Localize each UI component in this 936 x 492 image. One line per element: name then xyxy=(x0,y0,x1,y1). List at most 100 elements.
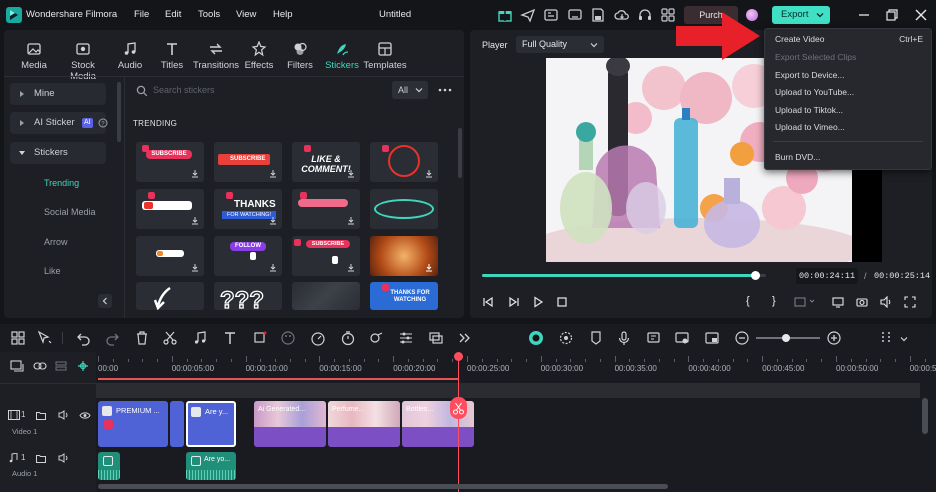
sticker-grid-scrollbar[interactable] xyxy=(458,128,462,178)
add-track-icon[interactable] xyxy=(10,360,24,372)
redo-icon[interactable] xyxy=(104,330,120,346)
menu-item-create-video[interactable]: Create Video Ctrl+E xyxy=(775,34,923,44)
volume-icon[interactable] xyxy=(880,296,892,308)
menu-item-upload-youtube[interactable]: Upload to YouTube... xyxy=(775,87,854,97)
ai-audio-icon[interactable] xyxy=(674,330,690,346)
crop-icon[interactable] xyxy=(252,330,268,346)
microphone-icon[interactable] xyxy=(616,330,632,346)
close-icon[interactable] xyxy=(913,7,929,23)
sticker-orange-bar[interactable] xyxy=(136,236,204,276)
undo-icon[interactable] xyxy=(76,330,92,346)
sidebar-item-mine[interactable]: Mine xyxy=(10,83,106,105)
menu-tools[interactable]: Tools xyxy=(198,0,220,30)
sticker-youtube-bar[interactable] xyxy=(136,189,204,229)
help-circle-icon[interactable]: ? xyxy=(98,118,108,128)
timer-icon[interactable] xyxy=(340,330,356,346)
folder-icon[interactable] xyxy=(36,454,46,463)
speaker-icon[interactable] xyxy=(58,453,70,463)
download-icon[interactable] xyxy=(424,169,434,179)
search-input[interactable]: Search stickers xyxy=(153,85,215,95)
sticker-thanks[interactable]: THANKS FOR WATCHING! xyxy=(214,189,282,229)
playhead-handle[interactable] xyxy=(454,352,463,361)
quality-dropdown[interactable]: Full Quality xyxy=(516,36,604,53)
timeline-clip-video-1[interactable]: Ai Generated... xyxy=(254,401,326,447)
download-icon[interactable] xyxy=(424,263,434,273)
tab-transitions[interactable]: Transitions xyxy=(192,40,240,71)
eye-icon[interactable] xyxy=(79,411,91,420)
timeline-horizontal-scrollbar[interactable] xyxy=(98,484,668,489)
minimize-icon[interactable] xyxy=(856,7,872,23)
tab-effects[interactable]: Effects xyxy=(237,40,281,71)
filter-dropdown[interactable]: All xyxy=(392,81,428,99)
playback-track[interactable] xyxy=(482,271,766,280)
download-icon[interactable] xyxy=(268,216,278,226)
sidebar-sub-social-media[interactable]: Social Media xyxy=(44,207,96,217)
speed-icon[interactable] xyxy=(310,330,326,346)
playback-scrubber[interactable] xyxy=(750,271,760,280)
sticker-red-circle[interactable] xyxy=(370,142,438,182)
insert-to-timeline-icon[interactable] xyxy=(794,296,816,308)
monitor-icon[interactable] xyxy=(567,7,583,23)
sidebar-sub-like[interactable]: Like xyxy=(44,266,61,276)
mask-icon[interactable] xyxy=(368,330,384,346)
menu-item-burn-dvd[interactable]: Burn DVD... xyxy=(775,152,820,162)
grid-view-icon[interactable] xyxy=(10,330,26,346)
timeline-clip-text-selected[interactable]: Are y... xyxy=(186,401,236,447)
tab-audio[interactable]: Audio xyxy=(108,40,152,71)
menu-edit[interactable]: Edit xyxy=(165,0,181,30)
sticker-like-comment[interactable]: LIKE & COMMENT! xyxy=(292,142,360,182)
download-icon[interactable] xyxy=(190,169,200,179)
marker-icon[interactable] xyxy=(588,330,604,346)
sticker-dark-frame[interactable] xyxy=(292,282,360,310)
auto-highlight-icon[interactable] xyxy=(558,330,574,346)
download-icon[interactable] xyxy=(190,216,200,226)
download-icon[interactable] xyxy=(268,169,278,179)
download-icon[interactable] xyxy=(346,263,356,273)
timeline-audio-clip-2[interactable]: Are yo... xyxy=(186,452,236,480)
sticker-arrow-curve[interactable] xyxy=(136,282,204,310)
download-icon[interactable] xyxy=(190,263,200,273)
layout-dropdown-icon[interactable] xyxy=(900,335,908,343)
sticker-follow[interactable]: FOLLOW xyxy=(214,236,282,276)
zoom-in-icon[interactable] xyxy=(826,330,842,346)
playhead-scissors-icon[interactable] xyxy=(450,397,467,419)
display-settings-icon[interactable] xyxy=(832,296,844,308)
sidebar-sub-trending[interactable]: Trending xyxy=(44,178,79,188)
cloud-icon[interactable] xyxy=(614,7,630,23)
send-icon[interactable] xyxy=(520,7,536,23)
gift-icon[interactable] xyxy=(497,7,513,23)
menu-help[interactable]: Help xyxy=(273,0,293,30)
export-button[interactable]: Export xyxy=(772,6,830,24)
more-tools-icon[interactable] xyxy=(456,330,472,346)
snapshot-icon[interactable] xyxy=(856,296,868,308)
audio-edit-icon[interactable] xyxy=(192,330,208,346)
link-icon[interactable] xyxy=(33,361,47,371)
download-icon[interactable] xyxy=(268,263,278,273)
tab-templates[interactable]: Templates xyxy=(362,40,408,71)
timeline-layout-icon[interactable] xyxy=(878,330,894,346)
fullscreen-icon[interactable] xyxy=(904,296,916,308)
mark-out-icon[interactable]: } xyxy=(772,295,776,307)
sticker-pink-bar[interactable] xyxy=(292,189,360,229)
sticker-thanks-for-watching[interactable]: THANKS FOR WATCHING xyxy=(370,282,438,310)
tab-stickers[interactable]: Stickers xyxy=(320,40,364,71)
delete-icon[interactable] xyxy=(134,330,150,346)
stop-icon[interactable] xyxy=(556,296,568,308)
sidebar-item-stickers[interactable]: Stickers xyxy=(10,142,106,164)
sidebar-item-ai-sticker[interactable]: AI Sticker AI ? xyxy=(10,112,108,134)
next-frame-icon[interactable] xyxy=(508,296,520,308)
adjust-icon[interactable] xyxy=(398,330,414,346)
save-icon[interactable] xyxy=(590,7,606,23)
timeline-clip-premium[interactable]: PREMIUM ... xyxy=(98,401,168,447)
download-icon[interactable] xyxy=(346,169,356,179)
tab-media[interactable]: Media xyxy=(12,40,56,71)
timeline-audio-clip-1[interactable] xyxy=(98,452,120,480)
speaker-icon[interactable] xyxy=(58,410,70,420)
text-tool-icon[interactable] xyxy=(222,330,238,346)
headset-icon[interactable] xyxy=(637,7,653,23)
restore-icon[interactable] xyxy=(884,7,900,23)
previous-frame-icon[interactable] xyxy=(482,296,494,308)
zoom-out-icon[interactable] xyxy=(734,330,750,346)
download-icon[interactable] xyxy=(346,216,356,226)
menu-item-export-selected-clips[interactable]: Export Selected Clips xyxy=(775,52,856,62)
